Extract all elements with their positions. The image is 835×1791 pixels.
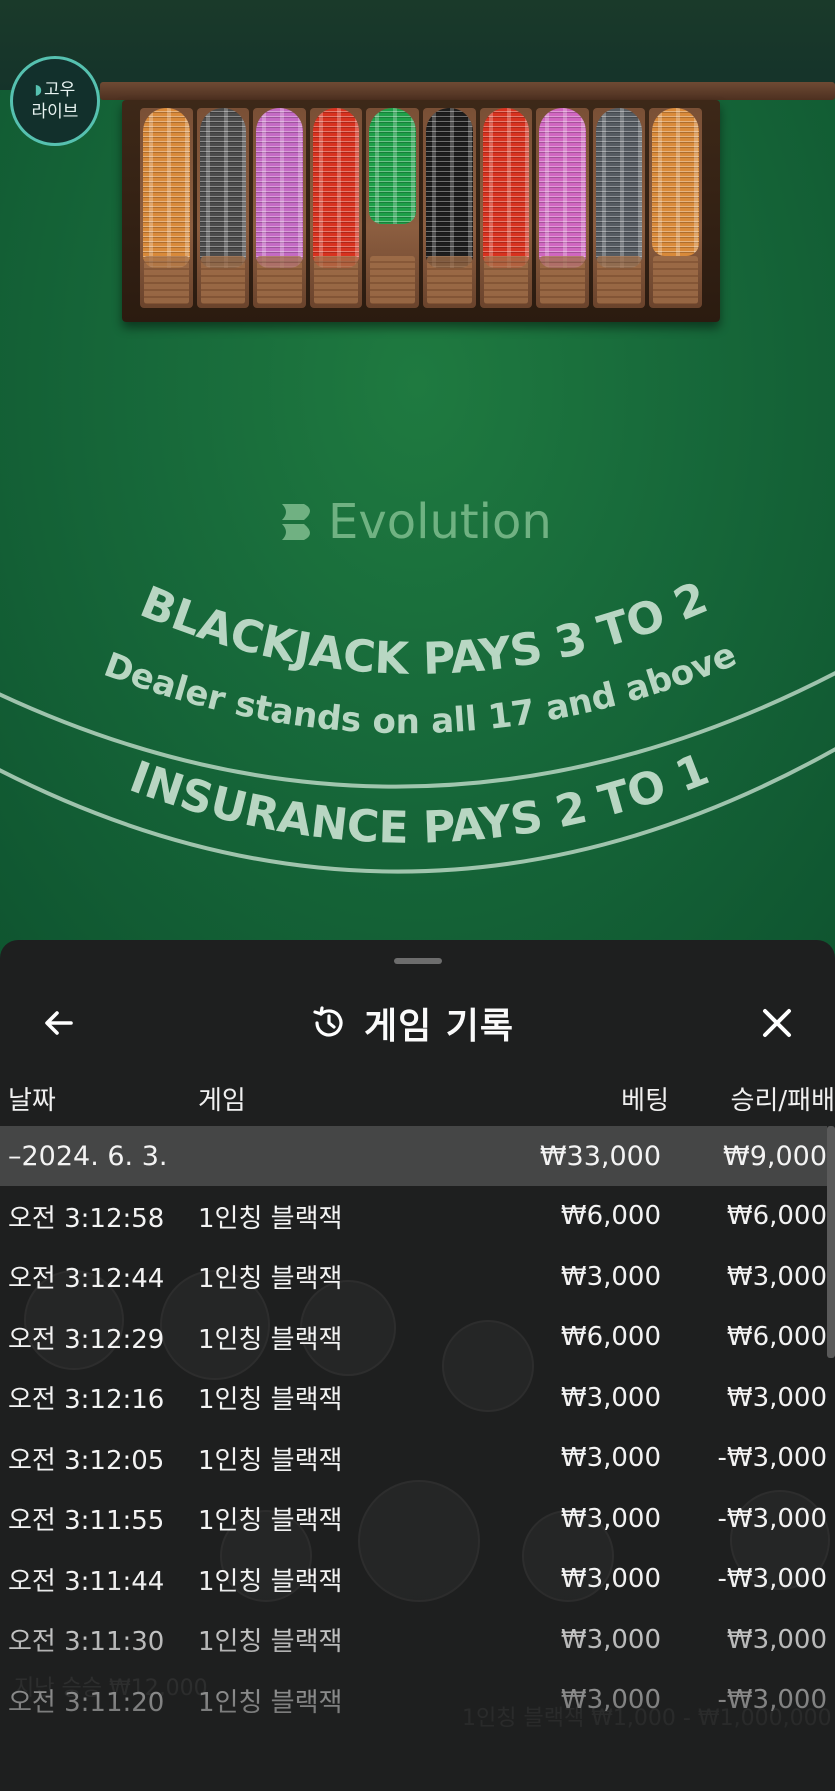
row-result: ₩3,000 [726, 1382, 827, 1413]
row-game: 1인칭 블랙잭 [198, 1385, 343, 1415]
row-game: 1인칭 블랙잭 [198, 1264, 343, 1294]
column-header-result[interactable]: 승리/패배 [731, 1070, 835, 1126]
row-result: -₩3,000 [717, 1443, 827, 1473]
column-header-bet[interactable]: 베팅 [621, 1070, 669, 1126]
history-icon [313, 1006, 343, 1037]
row-result: -₩3,000 [717, 1564, 827, 1594]
history-row[interactable]: 오전 3:12:29 1인칭 블랙잭 ₩6,000 ₩6,000 [0, 1307, 827, 1367]
row-bet: ₩3,000 [560, 1624, 661, 1655]
row-game: 1인칭 블랙잭 [198, 1324, 343, 1355]
background-status-text: 지난 승승 ₩12,000 [14, 1676, 208, 1701]
summary-date: –2024. 6. 3. [8, 1140, 168, 1172]
history-row[interactable]: 오전 3:12:16 1인칭 블랙잭 ₩3,000 ₩3,000 [0, 1368, 827, 1428]
row-bet: ₩3,000 [560, 1261, 661, 1292]
row-game: 1인칭 블랙잭 [198, 1506, 343, 1536]
row-time: 오전 3:12:58 [8, 1203, 165, 1234]
row-game: 1인칭 블랙잭 [198, 1445, 343, 1476]
background-limits-text: 1인칭 블랙잭 ₩1,000 - ₩1,000,000 [462, 1706, 832, 1731]
row-bet: ₩3,000 [560, 1503, 661, 1534]
row-time: 오전 3:12:16 [8, 1385, 165, 1415]
row-result: ₩3,000 [726, 1261, 827, 1292]
history-table-header: 날짜 게임 베팅 승리/패배 [0, 1070, 835, 1126]
brand-badge-line1: 고우 [44, 80, 76, 100]
table-markings: BLACKJACK PAYS 3 TO 2 Dealer stands on a… [0, 572, 835, 874]
scrollbar[interactable] [827, 1126, 835, 1358]
game-history-sheet: 게임 기록 날짜 게임 베팅 승리/패배 –2024. 6. 3. ₩33,00… [0, 940, 835, 1791]
history-row[interactable]: 오전 3:12:05 1인칭 블랙잭 ₩3,000 -₩3,000 [0, 1428, 827, 1488]
sheet-header: 게임 기록 [0, 980, 835, 1064]
row-time: 오전 3:11:55 [8, 1506, 165, 1536]
row-game: 1인칭 블랙잭 [198, 1627, 343, 1657]
row-game: 1인칭 블랙잭 [198, 1203, 343, 1234]
sheet-title-text: 게임 기록 [364, 1006, 515, 1047]
brand-badge-line2: 라이브 [31, 102, 79, 122]
close-icon [763, 1009, 791, 1037]
row-result: -₩3,000 [717, 1503, 827, 1534]
history-row[interactable]: 오전 3:12:58 1인칭 블랙잭 ₩6,000 ₩6,000 [0, 1186, 827, 1246]
brand-badge: ◗ 고우 라이브 [10, 56, 100, 146]
summary-bet-total: ₩33,000 [539, 1140, 661, 1172]
history-row[interactable]: 오전 3:12:44 1인칭 블랙잭 ₩3,000 ₩3,000 [0, 1247, 827, 1307]
row-time: 오전 3:12:44 [8, 1264, 165, 1294]
history-row[interactable]: 오전 3:11:44 1인칭 블랙잭 ₩3,000 -₩3,000 [0, 1549, 827, 1609]
row-result: ₩3,000 [726, 1624, 827, 1655]
row-time: 오전 3:12:29 [8, 1324, 165, 1355]
date-summary-row[interactable]: –2024. 6. 3. ₩33,000 ₩9,000 [0, 1126, 827, 1186]
row-bet: ₩3,000 [560, 1564, 661, 1594]
blackjack-pays-text: BLACKJACK PAYS 3 TO 2 [133, 572, 714, 685]
row-bet: ₩6,000 [560, 1201, 661, 1231]
blackjack-table: Evolution BLACKJACK PAYS 3 TO 2 Dealer s… [0, 0, 835, 960]
row-game: 1인칭 블랙잭 [198, 1566, 343, 1597]
row-result: ₩6,000 [726, 1201, 827, 1231]
brand-mark-icon: ◗ [34, 82, 43, 98]
back-button[interactable] [32, 996, 86, 1050]
row-result: ₩6,000 [726, 1322, 827, 1352]
history-row[interactable]: 오전 3:11:30 1인칭 블랙잭 ₩3,000 ₩3,000 [0, 1610, 827, 1670]
arrow-left-icon [45, 1011, 73, 1035]
row-bet: ₩6,000 [560, 1322, 661, 1352]
row-time: 오전 3:11:30 [8, 1627, 165, 1657]
row-time: 오전 3:11:44 [8, 1566, 165, 1597]
sheet-title: 게임 기록 [310, 998, 514, 1048]
summary-result-total: ₩9,000 [723, 1140, 827, 1172]
history-row[interactable]: 오전 3:11:55 1인칭 블랙잭 ₩3,000 -₩3,000 [0, 1489, 827, 1549]
column-header-date[interactable]: 날짜 [8, 1070, 56, 1126]
column-header-game[interactable]: 게임 [198, 1070, 246, 1126]
sheet-drag-handle[interactable] [394, 958, 442, 964]
row-game: 1인칭 블랙잭 [198, 1687, 343, 1718]
close-button[interactable] [750, 996, 804, 1050]
row-time: 오전 3:12:05 [8, 1445, 165, 1476]
row-bet: ₩3,000 [560, 1382, 661, 1413]
row-bet: ₩3,000 [560, 1443, 661, 1473]
